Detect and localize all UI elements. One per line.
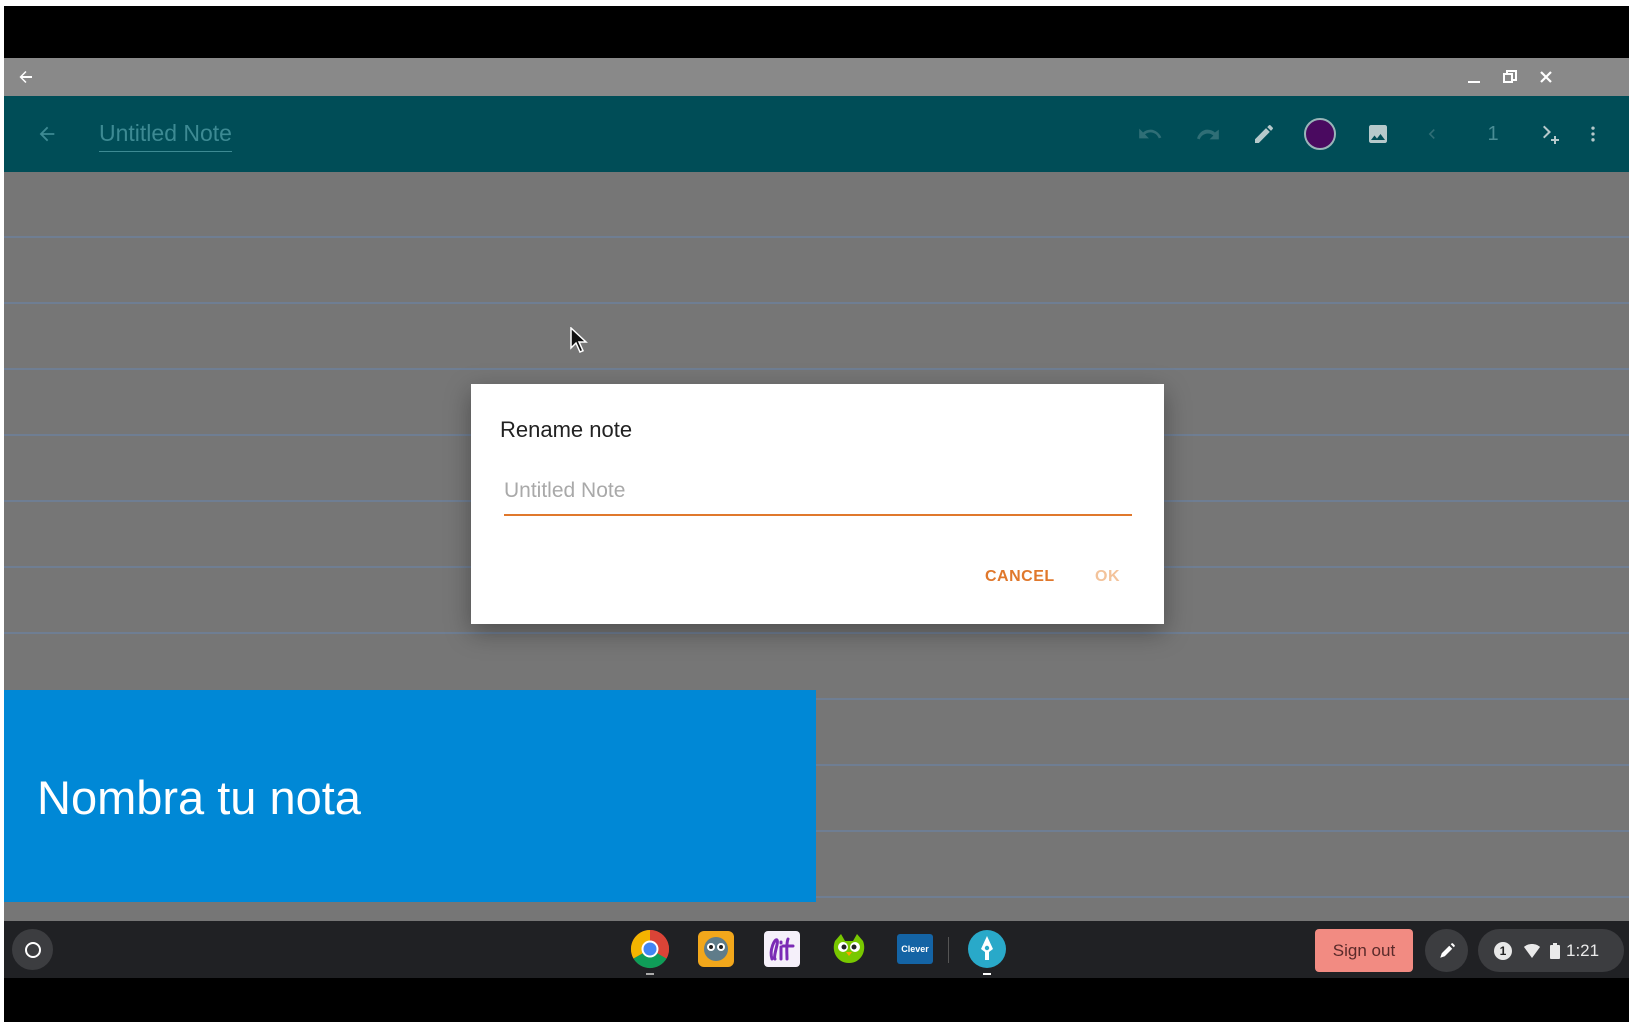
note-title[interactable]: Untitled Note [99,120,232,152]
page-number: 1 [1487,122,1499,145]
duolingo-app[interactable] [829,929,869,969]
squid-pen-icon [968,930,1006,968]
mouse-cursor-icon [570,327,588,353]
notification-badge: 1 [1494,941,1512,960]
cancel-button[interactable]: CANCEL [985,568,1055,586]
clock: 1:21 [1566,940,1600,960]
caption-text: Nombra tu nota [37,771,361,824]
note-name-input[interactable] [504,474,1132,516]
pencil-icon [1255,125,1273,143]
arrow-left-icon [39,126,55,142]
clever-app[interactable]: Clever [895,929,935,969]
window-restore-button[interactable] [1492,58,1528,96]
chrome-icon [630,929,670,969]
battery-icon [1550,942,1560,959]
app-toolbar: Untitled Note 1 [4,96,1629,172]
undo-button[interactable] [1132,96,1168,172]
insert-image-button[interactable] [1360,96,1396,172]
chevron-left-icon [1428,129,1435,139]
pen-tool-button[interactable] [1246,96,1282,172]
duolingo-icon [833,934,865,963]
ok-button[interactable]: OK [1095,568,1120,586]
owl-reader-icon [698,931,734,967]
next-page-add-icon [1543,125,1559,144]
window-title-bar [4,58,1629,96]
launcher-button[interactable] [12,929,53,970]
stylus-icon [1439,942,1455,958]
chrome-app[interactable] [630,929,670,969]
caption-banner: Nombra tu nota [4,690,816,902]
wifi-icon [1524,943,1540,958]
squid-notes-app[interactable] [967,929,1007,969]
previous-page-button[interactable] [1417,96,1447,172]
rename-dialog: Rename note CANCEL OK [471,384,1164,624]
owl-reader-app[interactable] [696,929,736,969]
shelf-separator [948,937,949,963]
lit-app[interactable] [762,929,802,969]
redo-button[interactable] [1190,96,1226,172]
status-tray[interactable]: 1 1:21 [1478,929,1624,972]
more-options-button[interactable] [1578,96,1608,172]
stylus-tools-button[interactable] [1425,929,1468,972]
close-icon [1540,71,1552,83]
next-page-button[interactable] [1532,96,1566,172]
active-indicator [983,973,991,975]
clever-label: Clever [901,944,929,954]
dialog-title: Rename note [500,417,633,442]
redo-icon [1197,129,1219,140]
color-picker-button[interactable] [1302,96,1338,172]
image-icon [1369,125,1387,143]
undo-icon [1139,128,1162,139]
window-minimize-button[interactable] [1456,58,1492,96]
arrow-left-icon [19,71,32,83]
os-shelf: Clever Sign out 1 1:21 [4,921,1629,978]
launcher-circle-icon [24,941,41,958]
running-indicator [646,973,654,975]
window-close-button[interactable] [1528,58,1564,96]
restore-icon [1503,70,1517,83]
back-button[interactable] [30,96,64,172]
more-vert-icon [1591,126,1595,142]
color-swatch [1304,118,1336,150]
window-back-button[interactable] [8,58,44,96]
screen: Untitled Note 1 Rename note C [4,6,1629,1022]
lit-icon [764,931,800,967]
sign-out-button[interactable]: Sign out [1315,929,1413,972]
minimize-icon [1468,81,1480,83]
clever-icon: Clever [897,934,933,964]
